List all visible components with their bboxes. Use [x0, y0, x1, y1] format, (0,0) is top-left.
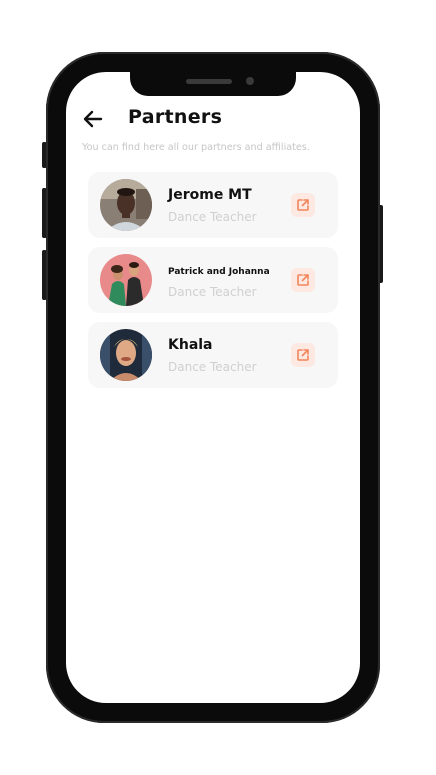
front-camera	[246, 77, 254, 85]
avatar	[100, 254, 152, 306]
partner-name: Khala	[168, 337, 213, 353]
partner-name: Jerome MT	[168, 187, 252, 203]
external-link-icon[interactable]	[291, 193, 315, 217]
header: Partners	[82, 106, 342, 132]
avatar	[100, 329, 152, 381]
external-link-icon[interactable]	[291, 343, 315, 367]
page-title: Partners	[128, 106, 223, 128]
speaker-grille	[186, 79, 232, 84]
partner-card[interactable]: Jerome MT Dance Teacher	[88, 172, 338, 238]
partner-card[interactable]: Khala Dance Teacher	[88, 322, 338, 388]
phone-screen: Partners You can find here all our partn…	[66, 72, 360, 703]
notch	[130, 72, 296, 96]
external-link-icon[interactable]	[291, 268, 315, 292]
avatar	[100, 179, 152, 231]
partner-name: Patrick and Johanna	[168, 267, 270, 277]
partner-role: Dance Teacher	[168, 285, 257, 299]
partner-card[interactable]: Patrick and Johanna Dance Teacher	[88, 247, 338, 313]
page-subtitle: You can find here all our partners and a…	[82, 142, 310, 153]
partner-role: Dance Teacher	[168, 360, 257, 374]
partner-role: Dance Teacher	[168, 210, 257, 224]
arrow-left-icon[interactable]	[82, 108, 104, 130]
